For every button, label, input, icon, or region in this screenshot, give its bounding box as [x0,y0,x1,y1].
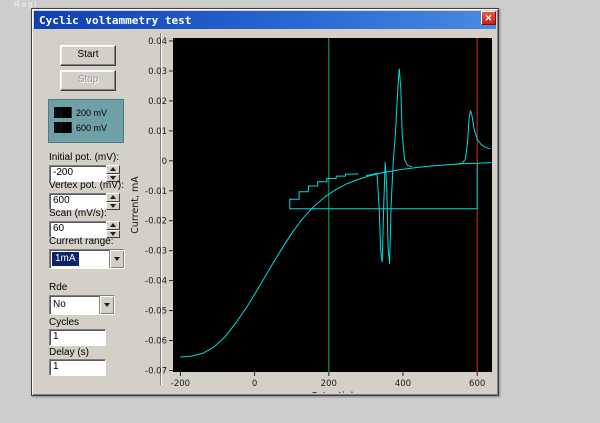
title-bar[interactable]: Cyclic voltammetry test [34,11,496,29]
initial-pot-label: Initial pot. (mV): [49,152,120,163]
y-axis-title: Current, mA [130,176,141,234]
close-icon: ✕ [484,13,493,23]
chevron-down-icon [114,257,120,261]
legend-swatch-icon [54,107,72,118]
window-title: Cyclic voltammetry test [39,13,192,27]
legend-item: 200 mV [54,105,123,120]
chevron-down-icon [110,203,116,208]
chevron-up-icon [110,223,116,228]
spinner-up-button[interactable] [106,221,120,230]
spinner-up-button[interactable] [106,193,120,202]
y-tick-label: 0.01 [148,127,167,137]
chevron-up-icon [110,167,116,172]
start-button[interactable]: Start [60,45,116,66]
x-tick-label: 600 [469,379,485,389]
close-button[interactable]: ✕ [481,11,496,25]
chevron-up-icon [110,195,116,200]
rde-label: Rde [49,282,68,293]
y-tick-label: 0.03 [148,67,167,77]
x-tick-label: 400 [395,379,411,389]
app-window: Cyclic voltammetry test ✕ Start Stop 200… [31,8,499,396]
cv-chart: 0.04 0.03 0.02 0.01 0 -0.01 -0.02 -0.03 -0.04 -0.… [130,37,492,393]
rde-select[interactable]: No [49,295,115,315]
y-tick-label: 0.04 [148,37,167,47]
legend-swatch-icon [54,122,72,133]
dropdown-arrow-button[interactable] [109,250,124,268]
y-tick-label: -0.06 [145,337,167,347]
y-tick-label: -0.01 [145,187,167,197]
delay-label: Delay (s) [49,347,90,358]
scan-rate-label: Scan (mV/s): [49,208,107,219]
vertex-pot-stepper[interactable] [106,193,120,210]
legend-item-label: 200 mV [76,107,108,118]
current-range-label: Current range: [49,236,114,247]
x-tick-label: -200 [171,379,190,389]
spinner-down-button[interactable] [106,201,120,210]
dropdown-arrow-button[interactable] [99,296,114,314]
legend-item: 600 mV [54,120,123,135]
y-tick-label: -0.07 [145,367,167,377]
y-tick-label: -0.02 [145,217,167,227]
stop-button[interactable]: Stop [60,70,116,91]
vertex-pot-label: Vertex pot. (mV): [49,180,125,191]
y-tick-label: -0.05 [145,307,167,317]
spinner-up-button[interactable] [106,165,120,174]
x-tick-label: 200 [321,379,337,389]
legend-panel: 200 mV 600 mV [48,99,124,143]
y-tick-label: -0.04 [145,277,167,287]
delay-input[interactable]: 1 [49,359,106,376]
y-tick-label: 0 [162,157,167,167]
cycles-label: Cycles [49,317,80,328]
y-tick-label: -0.03 [145,247,167,257]
rde-value: No [53,299,66,310]
chevron-down-icon [104,303,110,307]
cycles-input[interactable]: 1 [49,329,106,346]
current-range-select[interactable]: 1mA [49,249,125,269]
x-axis-title: Potential [312,391,354,393]
current-range-value: 1mA [52,252,79,266]
x-tick-label: 0 [252,379,257,389]
y-tick-label: 0.02 [148,97,167,107]
legend-item-label: 600 mV [76,122,108,133]
plot-area [173,38,492,372]
